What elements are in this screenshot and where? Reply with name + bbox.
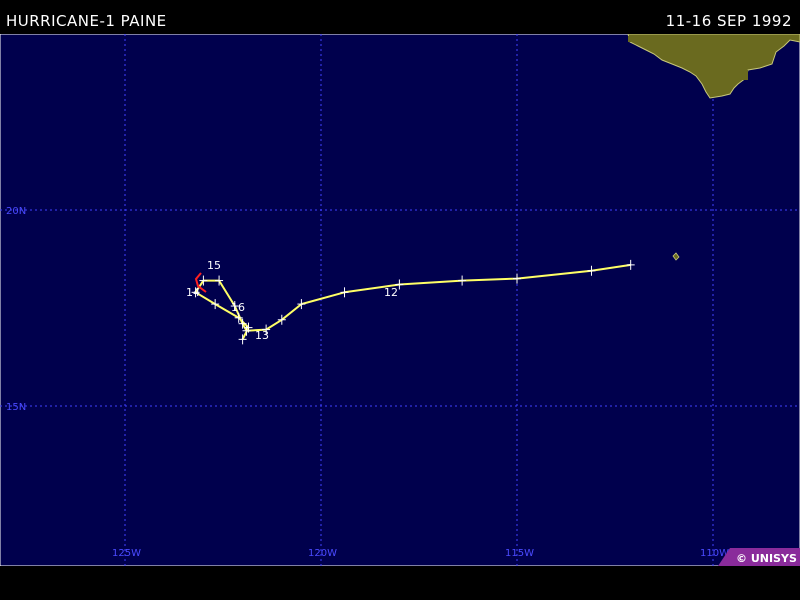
track-map: 20N 15N 125W 120W 115W 110W 12 13 14 15 … xyxy=(0,34,800,566)
day-label-14: 14 xyxy=(186,286,200,299)
lat-label-20n: 20N xyxy=(6,206,26,217)
lat-label-15n: 15N xyxy=(6,402,26,413)
unisys-credit: © UNISYS xyxy=(718,548,800,566)
day-label-15: 15 xyxy=(207,259,221,272)
date-range: 11-16 SEP 1992 xyxy=(665,12,792,30)
bottom-bar xyxy=(0,566,800,600)
day-label-12: 12 xyxy=(384,286,398,299)
day-label-13: 13 xyxy=(255,329,269,342)
lon-label-120w: 120W xyxy=(308,548,337,559)
day-label-16: 16 xyxy=(231,301,245,314)
lon-label-125w: 125W xyxy=(112,548,141,559)
ocean-background xyxy=(0,34,800,566)
storm-title: HURRICANE-1 PAINE xyxy=(6,12,167,30)
title-bar: HURRICANE-1 PAINE 11-16 SEP 1992 xyxy=(0,0,800,34)
credit-text: © UNISYS xyxy=(736,552,797,565)
lon-label-115w: 115W xyxy=(505,548,534,559)
